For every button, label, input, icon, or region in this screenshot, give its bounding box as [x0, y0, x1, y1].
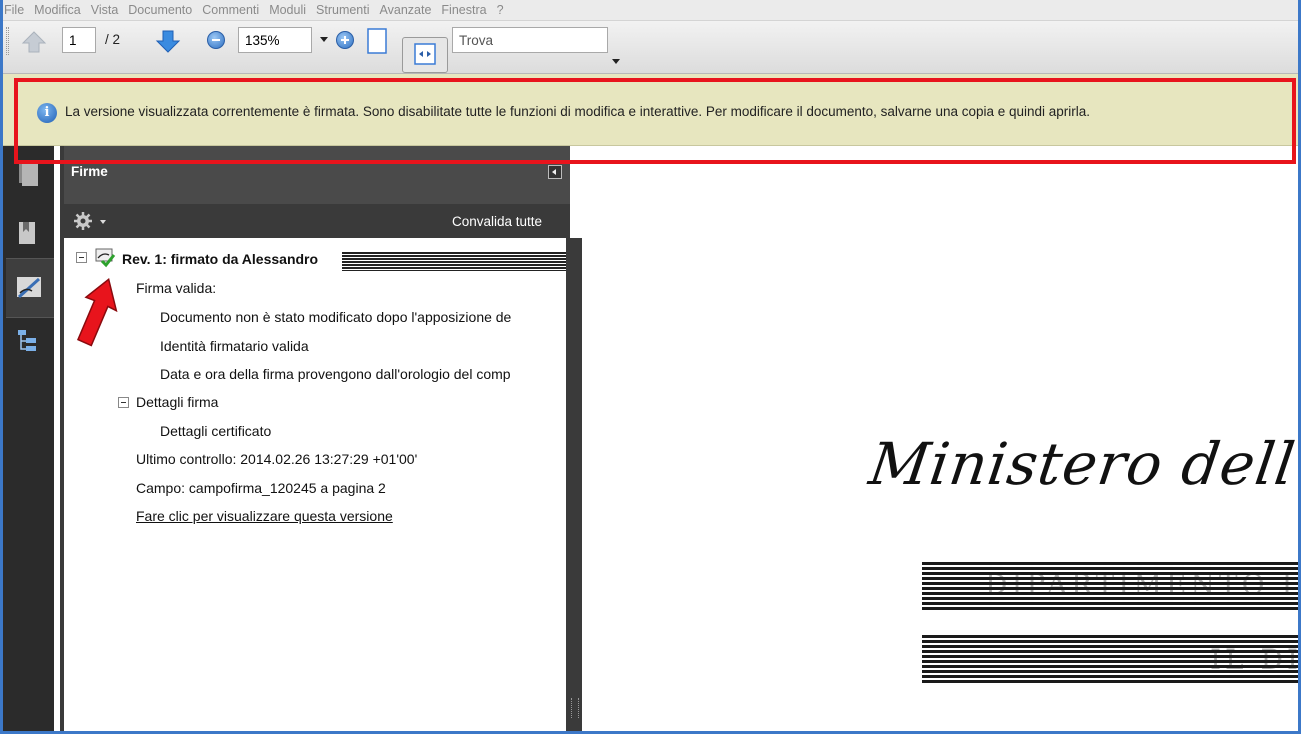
department-text: DIPARTIMENTO I [985, 568, 1297, 601]
zoom-in-icon[interactable] [336, 31, 354, 49]
signatures-tab[interactable] [6, 258, 54, 318]
signature-status: Firma valida: [136, 280, 217, 296]
info-icon: i [37, 103, 57, 123]
page-total: / 2 [105, 32, 121, 47]
valid-signature-icon [95, 248, 116, 268]
menu-moduli[interactable]: Moduli [269, 3, 306, 17]
menu-help[interactable]: ? [497, 3, 504, 17]
next-page-icon[interactable] [154, 27, 182, 55]
director-text: IL DI [1210, 643, 1301, 676]
signer-identity-text: Identità firmatario valida [160, 338, 309, 354]
signature-tree: Rev. 1: firmato da Alessandro Firma vali… [64, 238, 566, 734]
view-version-link[interactable]: Fare clic per visualizzare questa versio… [136, 508, 393, 524]
menu-documento[interactable]: Documento [128, 3, 192, 17]
validate-all-button[interactable]: Convalida tutte [452, 214, 542, 229]
page-number-input[interactable]: 1 [62, 27, 96, 53]
certificate-details-item[interactable]: Dettagli certificato [160, 423, 271, 439]
search-dropdown-icon[interactable] [612, 59, 620, 64]
pages-icon[interactable] [10, 156, 44, 190]
menu-vista[interactable]: Vista [91, 3, 119, 17]
redacted-signer-name [342, 251, 566, 271]
menu-modifica[interactable]: Modifica [34, 3, 81, 17]
signature-title[interactable]: Rev. 1: firmato da Alessandro [122, 251, 318, 267]
menu-strumenti[interactable]: Strumenti [316, 3, 370, 17]
menu-bar: File Modifica Vista Documento Commenti M… [0, 0, 1301, 21]
search-input[interactable]: Trova [452, 27, 608, 53]
panel-resize-handle[interactable] [566, 238, 582, 734]
signed-version-message: La versione visualizzata correntemente è… [65, 104, 1091, 119]
signature-pen-icon [17, 277, 41, 299]
signature-field-text: Campo: campofirma_120245 a pagina 2 [136, 480, 386, 496]
fit-width-icon [414, 43, 436, 65]
signatures-panel-header: Firme [64, 146, 570, 204]
signing-time-text: Data e ora della firma provengono dall'o… [160, 366, 511, 382]
collapse-panel-icon[interactable] [548, 165, 562, 179]
toolbar: 1 / 2 135% Trova [0, 21, 1301, 74]
menu-finestra[interactable]: Finestra [441, 3, 486, 17]
last-check-text: Ultimo controllo: 2014.02.26 13:27:29 +0… [136, 451, 418, 467]
menu-commenti[interactable]: Commenti [202, 3, 259, 17]
toolbar-grip[interactable] [6, 27, 9, 55]
bookmarks-icon[interactable] [10, 216, 44, 250]
navigation-rail [0, 146, 54, 734]
previous-page-icon[interactable] [20, 29, 48, 55]
signature-details-label[interactable]: Dettagli firma [136, 394, 218, 410]
menu-file[interactable]: File [4, 3, 24, 17]
fit-page-icon[interactable] [366, 27, 388, 55]
gear-icon[interactable] [72, 211, 94, 231]
annotation-arrow-icon [76, 277, 118, 347]
zoom-dropdown-icon[interactable] [320, 37, 328, 42]
panel-title: Firme [71, 164, 108, 179]
details-expander[interactable] [118, 397, 129, 408]
zoom-out-icon[interactable] [207, 31, 225, 49]
menu-avanzate[interactable]: Avanzate [380, 3, 432, 17]
signature-expander[interactable] [76, 252, 87, 263]
options-dropdown-icon[interactable] [100, 220, 106, 224]
document-unmodified-text: Documento non è stato modificato dopo l'… [160, 309, 512, 325]
zoom-level-field[interactable]: 135% [238, 27, 312, 53]
structure-tree-icon[interactable] [10, 324, 44, 358]
fit-width-button[interactable] [402, 37, 448, 73]
document-heading: Ministero dell' E [865, 430, 1301, 498]
